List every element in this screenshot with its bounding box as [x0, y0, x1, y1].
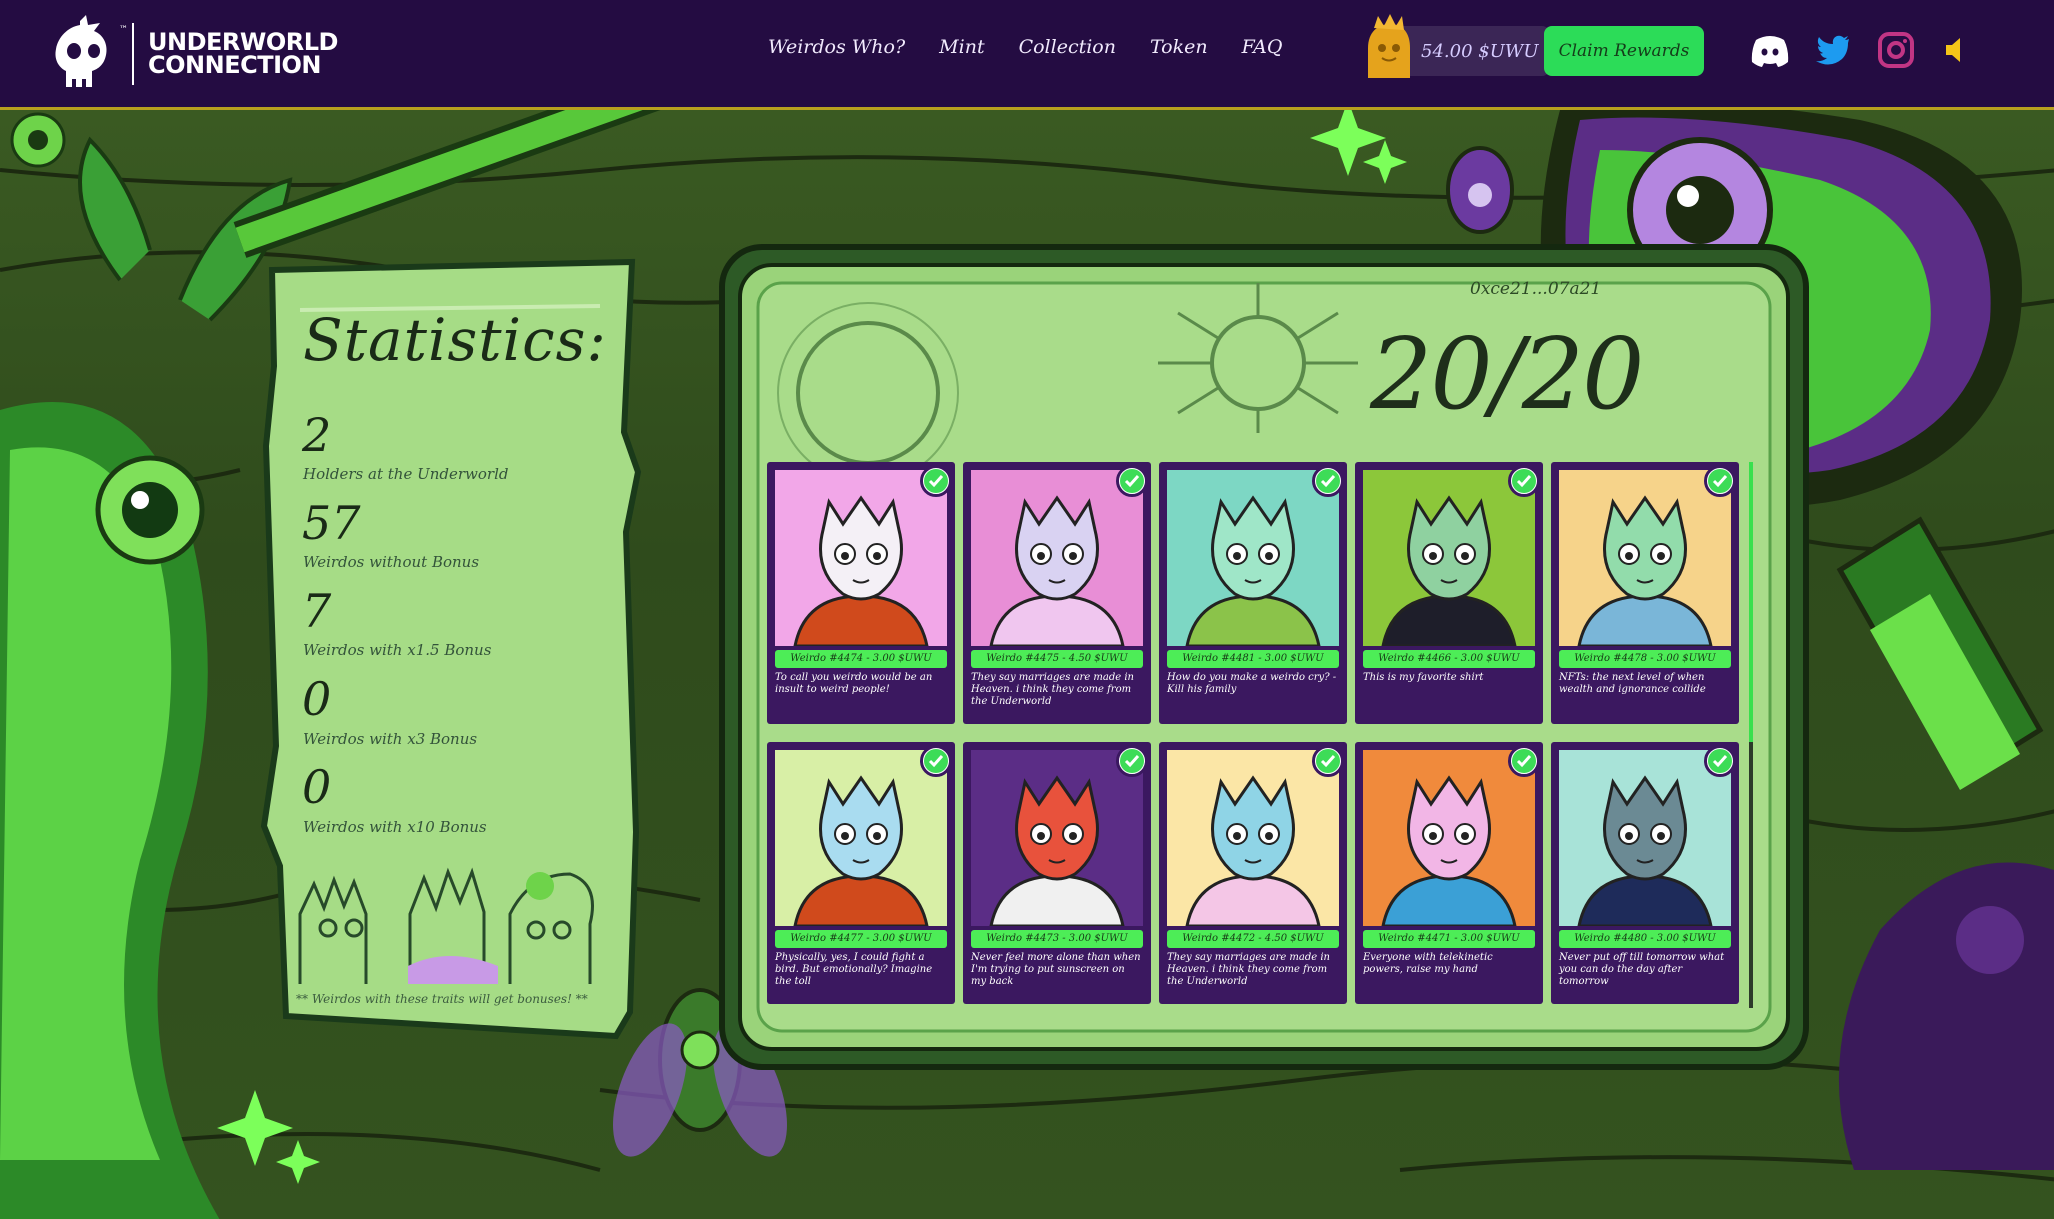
- weirdo-id-price: Weirdo #4478 - 3.00 $UWU: [1559, 650, 1731, 668]
- wallet-address: 0xce21...07a21: [1470, 279, 1602, 299]
- bonus-note: ** Weirdos with these traits will get bo…: [296, 992, 588, 1006]
- statistics-title: Statistics:: [303, 306, 607, 374]
- weirdo-quote: Never feel more alone than when I'm tryi…: [971, 952, 1141, 987]
- weirdo-portrait: [1167, 470, 1339, 646]
- stat-x3-value: 0: [302, 672, 332, 726]
- selected-check-icon[interactable]: [1312, 745, 1344, 777]
- weirdo-portrait: [971, 470, 1143, 646]
- stat-nobonus-label: Weirdos without Bonus: [303, 553, 480, 571]
- stat-nobonus-value: 57: [302, 496, 361, 550]
- weirdo-id-price: Weirdo #4466 - 3.00 $UWU: [1363, 650, 1535, 668]
- selected-check-icon[interactable]: [1116, 745, 1148, 777]
- nav-faq[interactable]: FAQ: [1242, 36, 1283, 58]
- weirdo-quote: Physically, yes, I could fight a bird. B…: [775, 952, 933, 987]
- weirdo-card[interactable]: Weirdo #4466 - 3.00 $UWU This is my favor…: [1355, 462, 1543, 724]
- instagram-icon[interactable]: [1876, 30, 1916, 70]
- underworld-scene: Statistics: 2 Holders at the Underworld …: [0, 110, 2054, 1219]
- weirdo-portrait: [971, 750, 1143, 926]
- weirdo-id-price: Weirdo #4473 - 3.00 $UWU: [971, 930, 1143, 948]
- selected-check-icon[interactable]: [1508, 465, 1540, 497]
- token-balance: 54.00 $UWU: [1360, 14, 1550, 78]
- nav-token[interactable]: Token: [1150, 36, 1208, 58]
- weirdo-portrait: [1363, 750, 1535, 926]
- top-nav: ™ UNDERWORLD CONNECTION Weirdos Who? Min…: [0, 0, 2054, 110]
- weirdo-card[interactable]: Weirdo #4475 - 4.50 $UWU They say marriag…: [963, 462, 1151, 724]
- logo-line-2: CONNECTION: [148, 51, 321, 79]
- selected-check-icon[interactable]: [1704, 745, 1736, 777]
- weirdo-card[interactable]: Weirdo #4480 - 3.00 $UWU Never put off ti…: [1551, 742, 1739, 1004]
- weirdo-quote: To call you weirdo would be an insult to…: [775, 672, 933, 695]
- weirdo-portrait: [1167, 750, 1339, 926]
- weirdo-coin-icon: [1360, 14, 1416, 78]
- weirdo-quote: Everyone with telekinetic powers, raise …: [1363, 952, 1493, 975]
- sound-icon[interactable]: [1938, 30, 1978, 70]
- selected-check-icon[interactable]: [1704, 465, 1736, 497]
- weirdo-id-price: Weirdo #4480 - 3.00 $UWU: [1559, 930, 1731, 948]
- weirdo-card-grid: Weirdo #4474 - 3.00 $UWU To call you weir…: [767, 462, 1747, 1008]
- weirdo-portrait: [1363, 470, 1535, 646]
- twitter-icon[interactable]: [1813, 30, 1853, 70]
- site-logo[interactable]: ™ UNDERWORLD CONNECTION: [50, 14, 338, 94]
- balance-amount: 54.00 $UWU: [1421, 41, 1539, 62]
- logo-wordmark: UNDERWORLD CONNECTION: [148, 30, 338, 79]
- weirdo-id-price: Weirdo #4474 - 3.00 $UWU: [775, 650, 947, 668]
- weirdo-quote: This is my favorite shirt: [1363, 672, 1484, 683]
- selected-check-icon[interactable]: [920, 465, 952, 497]
- selected-check-icon[interactable]: [1116, 465, 1148, 497]
- skull-logo-icon: ™: [50, 15, 128, 93]
- weirdo-card[interactable]: Weirdo #4473 - 3.00 $UWU Never feel more …: [963, 742, 1151, 1004]
- collection-count: 20/20: [1370, 318, 1644, 432]
- discord-icon[interactable]: [1750, 30, 1790, 70]
- stat-holders-label: Holders at the Underworld: [303, 465, 509, 483]
- selected-check-icon[interactable]: [920, 745, 952, 777]
- weirdo-card[interactable]: Weirdo #4477 - 3.00 $UWU Physically, yes,…: [767, 742, 955, 1004]
- weirdo-id-price: Weirdo #4471 - 3.00 $UWU: [1363, 930, 1535, 948]
- weirdo-card[interactable]: Weirdo #4472 - 4.50 $UWU They say marriag…: [1159, 742, 1347, 1004]
- nav-collection[interactable]: Collection: [1019, 36, 1116, 58]
- weirdo-portrait: [1559, 750, 1731, 926]
- stat-x10-value: 0: [302, 760, 332, 814]
- weirdo-id-price: Weirdo #4477 - 3.00 $UWU: [775, 930, 947, 948]
- stat-x15-value: 7: [302, 584, 332, 638]
- weirdo-portrait: [1559, 470, 1731, 646]
- trademark: ™: [119, 25, 128, 35]
- bonus-traits-illustration: [298, 867, 594, 984]
- stat-x15-label: Weirdos with x1.5 Bonus: [303, 641, 492, 659]
- weirdo-quote: NFTs: the next level of when wealth and …: [1559, 672, 1706, 695]
- scrollbar-thumb[interactable]: [1749, 462, 1753, 742]
- weirdo-quote: They say marriages are made in Heaven. i…: [1167, 952, 1330, 987]
- weirdo-card[interactable]: Weirdo #4474 - 3.00 $UWU To call you weir…: [767, 462, 955, 724]
- weirdo-quote: How do you make a weirdo cry? - Kill his…: [1167, 672, 1337, 695]
- weirdo-id-price: Weirdo #4481 - 3.00 $UWU: [1167, 650, 1339, 668]
- weirdo-portrait: [775, 470, 947, 646]
- selected-check-icon[interactable]: [1312, 465, 1344, 497]
- collection-scrollbar[interactable]: [1749, 462, 1753, 1008]
- stat-x3-label: Weirdos with x3 Bonus: [303, 730, 478, 748]
- main-menu: Weirdos Who? Mint Collection Token FAQ: [768, 36, 1316, 58]
- weirdo-id-price: Weirdo #4475 - 4.50 $UWU: [971, 650, 1143, 668]
- logo-divider: [132, 23, 134, 85]
- weirdo-card[interactable]: Weirdo #4471 - 3.00 $UWU Everyone with te…: [1355, 742, 1543, 1004]
- stat-x10-label: Weirdos with x10 Bonus: [303, 818, 487, 836]
- selected-check-icon[interactable]: [1508, 745, 1540, 777]
- weirdo-card[interactable]: Weirdo #4478 - 3.00 $UWU NFTs: the next l…: [1551, 462, 1739, 724]
- weirdo-portrait: [775, 750, 947, 926]
- stat-holders-value: 2: [302, 408, 332, 462]
- nav-weirdos-who[interactable]: Weirdos Who?: [768, 36, 905, 58]
- weirdo-card[interactable]: Weirdo #4481 - 3.00 $UWU How do you make …: [1159, 462, 1347, 724]
- nav-mint[interactable]: Mint: [939, 36, 984, 58]
- weirdo-id-price: Weirdo #4472 - 4.50 $UWU: [1167, 930, 1339, 948]
- claim-rewards-button[interactable]: Claim Rewards: [1544, 26, 1704, 76]
- weirdo-quote: Never put off till tomorrow what you can…: [1559, 952, 1725, 987]
- weirdo-quote: They say marriages are made in Heaven. i…: [971, 672, 1134, 707]
